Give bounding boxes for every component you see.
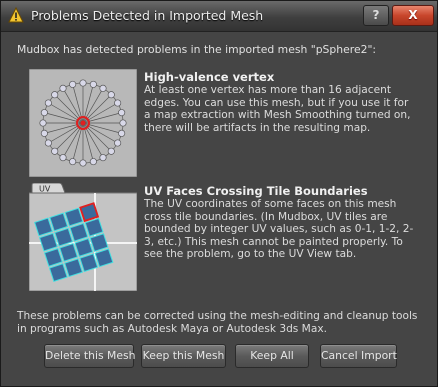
window-title: Problems Detected in Imported Mesh xyxy=(31,8,264,23)
uv-tile-icon: UV xyxy=(29,183,137,291)
help-button[interactable]: ? xyxy=(363,5,389,26)
close-button[interactable]: X xyxy=(392,5,434,26)
footer-text: These problems can be corrected using th… xyxy=(17,310,418,335)
dialog-window: Problems Detected in Imported Mesh ? X M… xyxy=(0,0,438,387)
cancel-import-button[interactable]: Cancel Import xyxy=(320,344,397,368)
delete-mesh-button[interactable]: Delete this Mesh xyxy=(44,344,135,368)
high-valence-vertex-icon xyxy=(29,69,137,177)
intro-text: Mudbox has detected problems in the impo… xyxy=(17,43,377,56)
uv-tab-label: UV xyxy=(39,185,51,194)
title-bar[interactable]: Problems Detected in Imported Mesh ? X xyxy=(1,1,437,32)
keep-all-button[interactable]: Keep All xyxy=(235,344,309,368)
problem-heading-uv: UV Faces Crossing Tile Boundaries xyxy=(144,184,368,198)
problem-description-valence: At least one vertex has more than 16 adj… xyxy=(144,84,411,134)
warning-icon xyxy=(8,7,24,23)
problem-description-uv: The UV coordinates of some faces on this… xyxy=(144,198,414,261)
keep-mesh-button[interactable]: Keep this Mesh xyxy=(141,344,226,368)
problem-heading-valence: High-valence vertex xyxy=(144,70,275,84)
